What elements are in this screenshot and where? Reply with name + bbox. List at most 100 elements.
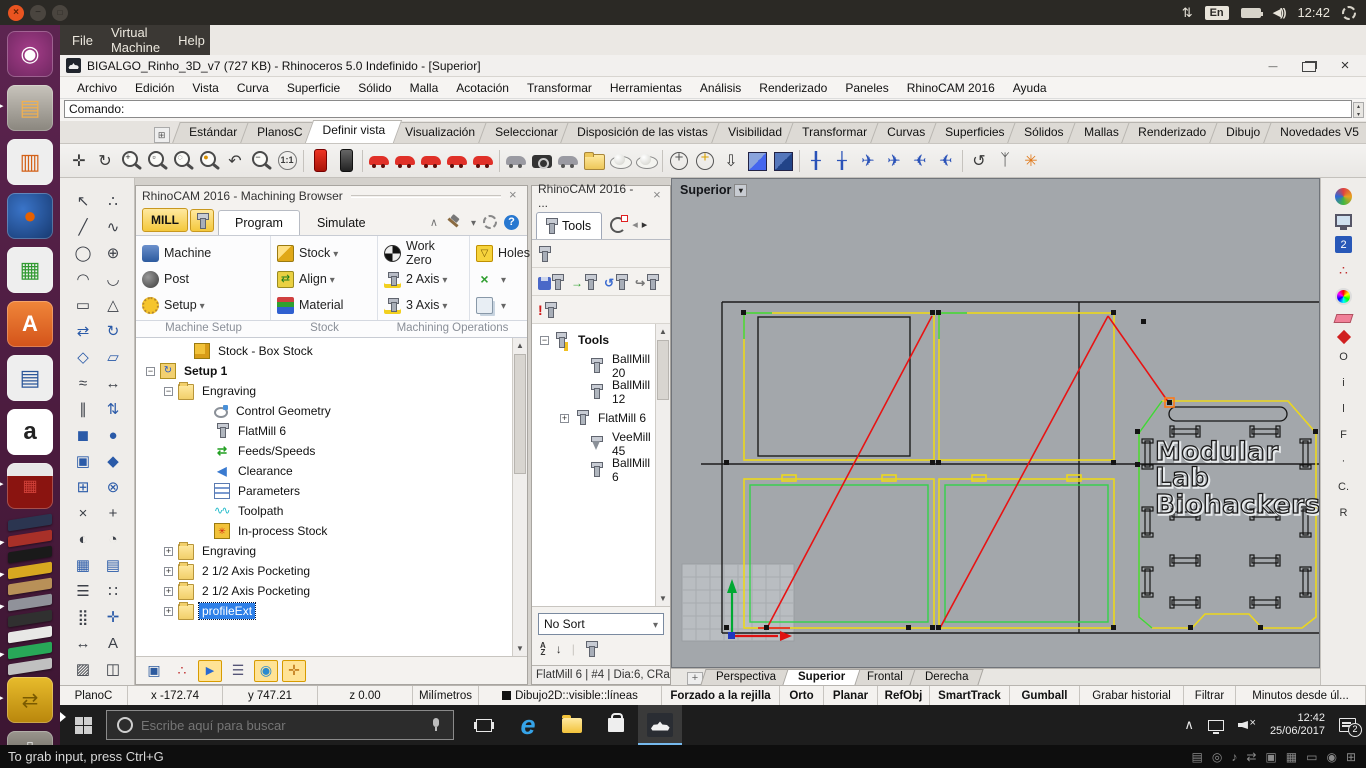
- tray-network-icon[interactable]: [1207, 719, 1224, 734]
- vbox-menu-item[interactable]: Help: [178, 33, 205, 48]
- simulate-world-icon[interactable]: ◉: [254, 659, 278, 682]
- boolean-difference-icon[interactable]: ⊗: [98, 474, 128, 500]
- display-traffic-dark-icon[interactable]: [333, 148, 359, 174]
- zoom-window-icon[interactable]: ▫: [144, 148, 170, 174]
- launcher-stacked-app-7[interactable]: [8, 609, 52, 628]
- launcher-stacked-app-6[interactable]: [8, 593, 52, 612]
- load-tool-library-button[interactable]: →: [571, 273, 597, 290]
- box-icon[interactable]: ◼: [68, 422, 98, 448]
- tree-expander-icon[interactable]: −: [164, 386, 173, 396]
- tree-item-toolpath[interactable]: Toolpath: [136, 501, 512, 521]
- display-shaded-icon[interactable]: [392, 148, 418, 174]
- reload-tools-button[interactable]: ↺: [604, 273, 629, 290]
- freeform-curve-icon[interactable]: ∿: [98, 214, 128, 240]
- launcher-stacked-app-8[interactable]: [8, 625, 52, 644]
- set-lens-icon[interactable]: [692, 148, 718, 174]
- edge-button[interactable]: e: [506, 705, 550, 745]
- search-input[interactable]: [141, 717, 431, 733]
- toggle-filter[interactable]: Filtrar: [1184, 686, 1236, 705]
- move-icon[interactable]: ⇄: [68, 318, 98, 344]
- tree-item-control-geometry[interactable]: Control Geometry: [136, 401, 512, 421]
- tree-item-flatmill-6[interactable]: FlatMill 6: [136, 421, 512, 441]
- simulate-machine-icon[interactable]: ▣: [142, 660, 166, 682]
- display-ghosted-icon[interactable]: [444, 148, 470, 174]
- rhino-menu-item[interactable]: Transformar: [518, 79, 601, 97]
- points-cluster-icon[interactable]: ∴: [1335, 262, 1352, 279]
- tool-ballmill-20[interactable]: BallMill 20: [532, 352, 655, 380]
- mirror-icon[interactable]: ⇅: [98, 396, 128, 422]
- save-tool-library-button[interactable]: [538, 273, 564, 290]
- display-status-icon[interactable]: ▭: [1306, 750, 1317, 764]
- turntable-icon[interactable]: ↺: [966, 148, 992, 174]
- group-tab-renderizado[interactable]: Renderizado: [1121, 122, 1224, 143]
- material-button[interactable]: Material: [277, 292, 375, 318]
- statusbar-x[interactable]: x -172.74: [128, 686, 223, 705]
- statusbar-cplane[interactable]: PlanoC: [60, 686, 128, 705]
- tree-expander-icon[interactable]: +: [164, 546, 173, 556]
- optical-status-icon[interactable]: ◎: [1212, 750, 1222, 764]
- rotate-icon[interactable]: ↻: [98, 318, 128, 344]
- polygon-icon[interactable]: △: [98, 292, 128, 318]
- launcher-stacked-app-2[interactable]: [8, 529, 52, 548]
- rhino-menu-item[interactable]: Acotación: [447, 79, 518, 97]
- launcher-stacked-app-3[interactable]: [8, 545, 52, 564]
- layer-2-icon[interactable]: 2: [1335, 236, 1352, 253]
- tree-item-pocketing-2[interactable]: + 2 1/2 Axis Pocketing: [136, 581, 512, 601]
- group-tab-transformar[interactable]: Transformar: [785, 122, 884, 143]
- keyboard-layout-indicator[interactable]: En: [1204, 5, 1229, 20]
- machining-browser-close-icon[interactable]: [509, 190, 521, 202]
- viewport-superior[interactable]: Superior ▾ Modular Lab Biohackers Modula…: [671, 178, 1320, 668]
- trim-icon[interactable]: ×: [68, 500, 98, 526]
- view-front-icon[interactable]: ╂: [803, 148, 829, 174]
- rhino-menu-item[interactable]: Renderizado: [750, 79, 836, 97]
- shared-folders-status-icon[interactable]: ▦: [1286, 750, 1297, 764]
- tree-expander-icon[interactable]: −: [146, 366, 155, 376]
- group-tab-disposicion[interactable]: Disposición de las vistas: [560, 122, 725, 143]
- properties-icon[interactable]: ∷: [98, 578, 128, 604]
- capture-view-icon[interactable]: [503, 148, 529, 174]
- help-icon[interactable]: [504, 214, 519, 230]
- mesh-icon[interactable]: ▤: [98, 552, 128, 578]
- simulate-tool-icon[interactable]: ∴: [170, 660, 194, 682]
- arc-alt-icon[interactable]: ◡: [98, 266, 128, 292]
- show-hidden-icons[interactable]: ∧: [1184, 717, 1194, 733]
- launcher-writer[interactable]: ▤: [7, 355, 53, 401]
- launcher-stacked-app-1[interactable]: [8, 513, 52, 532]
- task-view-button[interactable]: [462, 705, 506, 745]
- block-icon[interactable]: ◫: [98, 656, 128, 682]
- capture-camera-icon[interactable]: [529, 148, 555, 174]
- tree-item-clearance[interactable]: Clearance: [136, 461, 512, 481]
- host-close-button[interactable]: [8, 4, 24, 21]
- right-dock-tab-letter[interactable]: F: [1340, 429, 1347, 446]
- tray-volume-muted-icon[interactable]: [1238, 717, 1256, 732]
- launcher-calc[interactable]: ▦: [7, 247, 53, 293]
- collapse-ribbon-icon[interactable]: ∧: [430, 216, 438, 229]
- utilities-hammer-icon[interactable]: [445, 214, 461, 230]
- launcher-stacked-app-5[interactable]: [8, 577, 52, 596]
- right-dock-tab-letter[interactable]: R: [1340, 507, 1348, 524]
- rhino-menu-item[interactable]: Edición: [126, 79, 183, 97]
- curve-edit-icon[interactable]: ≈: [68, 370, 98, 396]
- tools-panel-header[interactable]: RhinoCAM 2016 - ...: [532, 182, 670, 210]
- command-history-scroll[interactable]: ▴ ▾: [1353, 102, 1364, 118]
- rhino-menu-item[interactable]: Superficie: [278, 79, 349, 97]
- next-tab-icon[interactable]: ▸: [642, 218, 648, 231]
- shade-plane-alt-icon[interactable]: [633, 148, 659, 174]
- align-button[interactable]: Align: [277, 266, 375, 292]
- scroll-up-icon[interactable]: ▲: [656, 324, 670, 339]
- simulate-compare-icon[interactable]: ☰: [226, 660, 250, 682]
- boolean-union-icon[interactable]: ⊞: [68, 474, 98, 500]
- network-status-icon[interactable]: ⇄: [1246, 750, 1256, 764]
- viewport-tab-perspectiva[interactable]: Perspectiva: [700, 669, 792, 685]
- layouts-icon[interactable]: [581, 148, 607, 174]
- rhino-minimize-button[interactable]: [1266, 60, 1280, 72]
- right-dock-tab-letter[interactable]: C.: [1338, 481, 1349, 498]
- work-zero-button[interactable]: Work Zero: [384, 239, 467, 267]
- tree-item-stock[interactable]: Stock - Box Stock: [136, 341, 512, 361]
- tree-item-pocketing-1[interactable]: + 2 1/2 Axis Pocketing: [136, 561, 512, 581]
- usb-status-icon[interactable]: ▣: [1265, 750, 1276, 764]
- machining-tree-scrollbar[interactable]: ▲ ▼: [512, 338, 527, 656]
- viewport-tab-derecha[interactable]: Derecha: [909, 669, 985, 685]
- tool-alert-button[interactable]: !: [538, 301, 557, 318]
- launcher-stacked-app-9[interactable]: [8, 641, 52, 660]
